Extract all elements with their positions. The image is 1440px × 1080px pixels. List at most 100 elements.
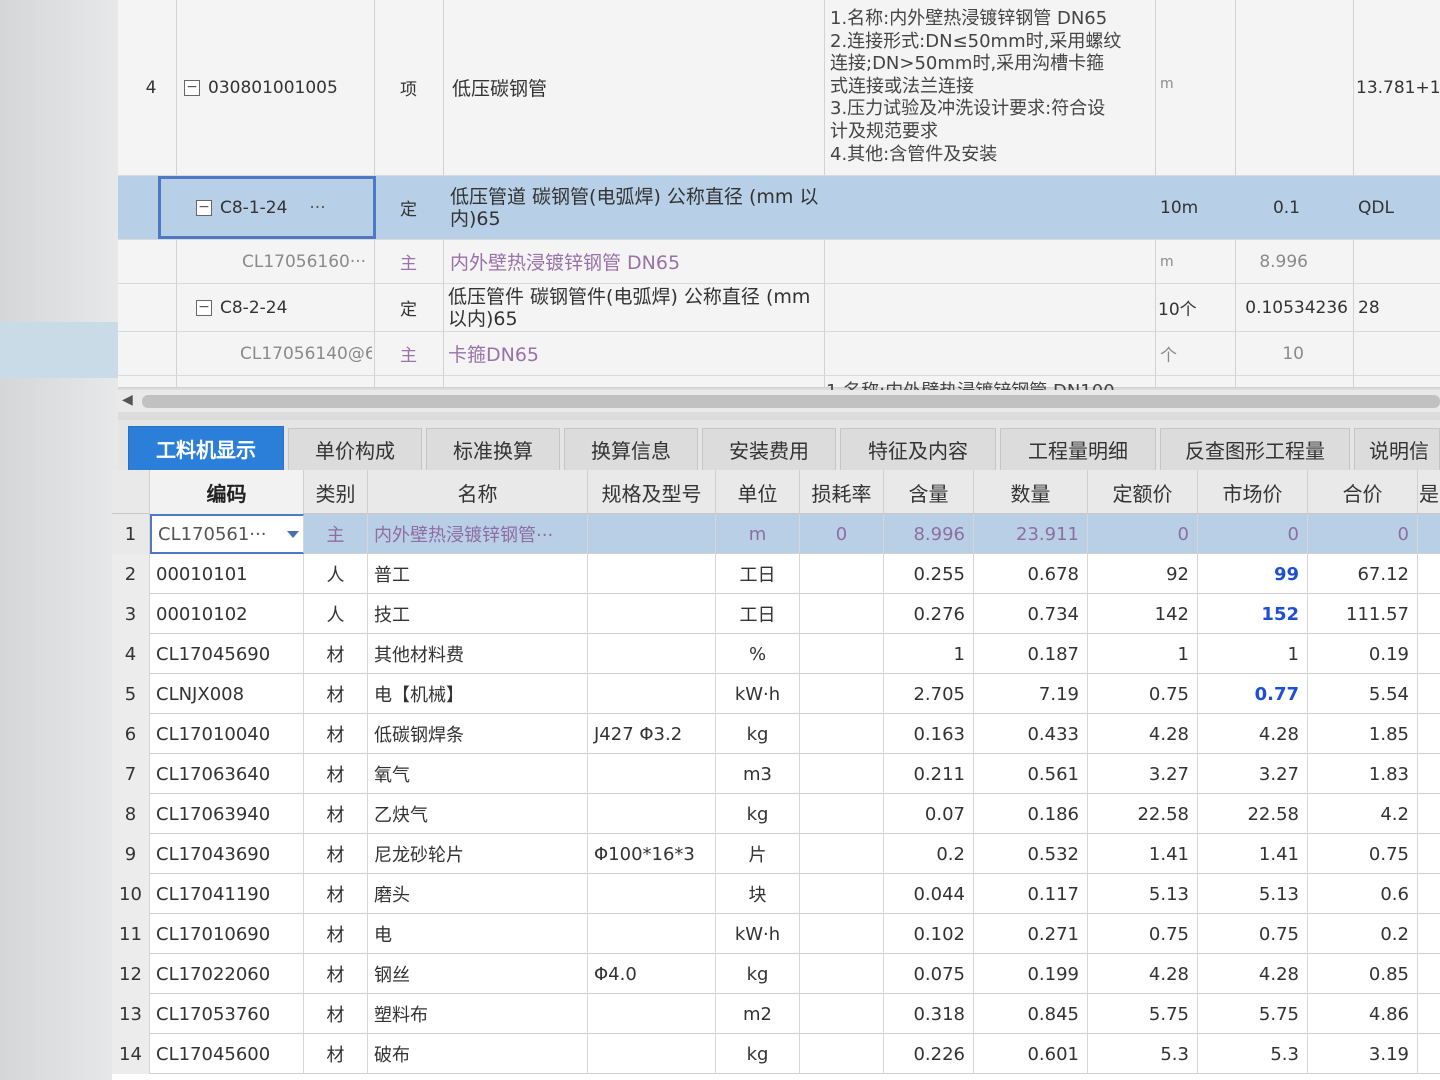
total-cell[interactable]: 67.12 xyxy=(1308,554,1418,594)
code-cell[interactable]: CL17041190 xyxy=(150,874,304,914)
total-cell[interactable]: 1.85 xyxy=(1308,714,1418,754)
code-cell[interactable]: CLNJX008 xyxy=(150,674,304,714)
content-cell[interactable]: 8.996 xyxy=(884,514,974,554)
unit-cell[interactable]: 工日 xyxy=(716,594,800,634)
total-cell[interactable]: 0.75 xyxy=(1308,834,1418,874)
spec-cell[interactable] xyxy=(588,674,716,714)
loss-rate-cell[interactable] xyxy=(800,634,884,674)
quota-price-cell[interactable]: 0.75 xyxy=(1088,914,1198,954)
category-cell[interactable]: 材 xyxy=(304,674,368,714)
quota-price-cell[interactable]: 4.28 xyxy=(1088,954,1198,994)
spec-cell[interactable] xyxy=(588,634,716,674)
header-total[interactable]: 合价 xyxy=(1308,470,1418,514)
more-button[interactable]: ··· xyxy=(309,198,325,218)
category-cell[interactable]: 材 xyxy=(304,834,368,874)
tab-standard-conversion[interactable]: 标准换算 xyxy=(426,428,560,470)
header-name[interactable]: 名称 xyxy=(368,470,588,514)
content-cell[interactable]: 0.07 xyxy=(884,794,974,834)
unit-cell[interactable]: 块 xyxy=(716,874,800,914)
unit-cell[interactable]: 片 xyxy=(716,834,800,874)
tab-features[interactable]: 特征及内容 xyxy=(840,428,996,470)
category-cell[interactable]: 材 xyxy=(304,714,368,754)
header-quota-price[interactable]: 定额价 xyxy=(1088,470,1198,514)
quantity-cell[interactable]: 0.271 xyxy=(974,914,1088,954)
market-price-cell[interactable]: 3.27 xyxy=(1198,754,1308,794)
loss-rate-cell[interactable]: 0 xyxy=(800,514,884,554)
total-cell[interactable]: 0.6 xyxy=(1308,874,1418,914)
name-cell[interactable]: 普工 xyxy=(368,554,588,594)
spec-cell[interactable] xyxy=(588,914,716,954)
table-row[interactable]: 13 CL17053760 材 塑料布 m2 0.318 0.845 5.75 5.75 4.86 xyxy=(112,994,1440,1034)
category-cell[interactable]: 材 xyxy=(304,634,368,674)
scroll-left-icon[interactable]: ◀ xyxy=(122,392,133,408)
loss-rate-cell[interactable] xyxy=(800,754,884,794)
quota-price-cell[interactable]: 5.3 xyxy=(1088,1034,1198,1074)
loss-rate-cell[interactable] xyxy=(800,794,884,834)
total-cell[interactable]: 0.19 xyxy=(1308,634,1418,674)
market-price-cell[interactable]: 5.13 xyxy=(1198,874,1308,914)
content-cell[interactable]: 0.318 xyxy=(884,994,974,1034)
market-price-cell[interactable]: 4.28 xyxy=(1198,954,1308,994)
content-cell[interactable]: 0.211 xyxy=(884,754,974,794)
quantity-cell[interactable]: 0.433 xyxy=(974,714,1088,754)
total-cell[interactable]: 0.2 xyxy=(1308,914,1418,954)
tree-row-quota-selected[interactable]: − C8-1-24 ··· 定 低压管道 碳钢管(电弧焊) 公称直径 (mm 以… xyxy=(118,176,1440,240)
tab-graphic-quantity[interactable]: 反查图形工程量 xyxy=(1160,428,1350,470)
market-price-cell[interactable]: 4.28 xyxy=(1198,714,1308,754)
loss-rate-cell[interactable] xyxy=(800,874,884,914)
name-cell[interactable]: 乙炔气 xyxy=(368,794,588,834)
code-cell[interactable]: 00010101 xyxy=(150,554,304,594)
name-cell[interactable]: 其他材料费 xyxy=(368,634,588,674)
quantity-cell[interactable]: 0.187 xyxy=(974,634,1088,674)
code-cell[interactable]: CL17063940 xyxy=(150,794,304,834)
content-cell[interactable]: 2.705 xyxy=(884,674,974,714)
collapse-icon[interactable]: − xyxy=(184,79,200,96)
code-cell[interactable]: 00010102 xyxy=(150,594,304,634)
total-cell[interactable]: 4.86 xyxy=(1308,994,1418,1034)
spec-cell[interactable] xyxy=(588,994,716,1034)
content-cell[interactable]: 0.163 xyxy=(884,714,974,754)
total-cell[interactable]: 0.85 xyxy=(1308,954,1418,994)
total-cell[interactable]: 1.83 xyxy=(1308,754,1418,794)
name-cell[interactable]: 内外壁热浸镀锌钢管··· xyxy=(368,514,588,554)
quantity-cell[interactable]: 0.186 xyxy=(974,794,1088,834)
quantity-cell[interactable]: 0.117 xyxy=(974,874,1088,914)
table-row[interactable]: 12 CL17022060 材 钢丝 Φ4.0 kg 0.075 0.199 4.28 4.28 0… xyxy=(112,954,1440,994)
quantity-cell[interactable]: 0.845 xyxy=(974,994,1088,1034)
quota-price-cell[interactable]: 3.27 xyxy=(1088,754,1198,794)
total-cell[interactable]: 3.19 xyxy=(1308,1034,1418,1074)
header-category[interactable]: 类别 xyxy=(304,470,368,514)
spec-cell[interactable] xyxy=(588,1034,716,1074)
market-price-cell[interactable]: 1.41 xyxy=(1198,834,1308,874)
loss-rate-cell[interactable] xyxy=(800,994,884,1034)
quantity-cell[interactable]: 0.601 xyxy=(974,1034,1088,1074)
quota-price-cell[interactable]: 1 xyxy=(1088,634,1198,674)
spec-cell[interactable] xyxy=(588,554,716,594)
category-cell[interactable]: 材 xyxy=(304,874,368,914)
quantity-cell[interactable]: 0.532 xyxy=(974,834,1088,874)
quota-price-cell[interactable]: 92 xyxy=(1088,554,1198,594)
quota-price-cell[interactable]: 22.58 xyxy=(1088,794,1198,834)
spec-cell[interactable] xyxy=(588,754,716,794)
quota-price-cell[interactable]: 1.41 xyxy=(1088,834,1198,874)
total-cell[interactable]: 4.2 xyxy=(1308,794,1418,834)
tree-row-item[interactable]: 4 − 030801001005 项 低压碳钢管 1.名称:内外壁热浸镀锌钢管 … xyxy=(118,0,1440,176)
unit-cell[interactable]: m xyxy=(716,514,800,554)
tab-quantity-detail[interactable]: 工程量明细 xyxy=(1000,428,1156,470)
name-cell[interactable]: 技工 xyxy=(368,594,588,634)
tree-row-main-material[interactable]: CL17056160··· 主 内外壁热浸镀锌钢管 DN65 m 8.996 xyxy=(118,240,1440,284)
code-cell[interactable]: CL170561··· xyxy=(150,514,304,554)
unit-cell[interactable]: kg xyxy=(716,714,800,754)
quantity-cell[interactable]: 0.734 xyxy=(974,594,1088,634)
unit-cell[interactable]: kg xyxy=(716,794,800,834)
header-extra[interactable]: 是 xyxy=(1418,470,1440,514)
name-cell[interactable]: 塑料布 xyxy=(368,994,588,1034)
quantity-cell[interactable]: 0.678 xyxy=(974,554,1088,594)
quantity-cell[interactable]: 23.911 xyxy=(974,514,1088,554)
market-price-cell[interactable]: 0.75 xyxy=(1198,914,1308,954)
loss-rate-cell[interactable] xyxy=(800,714,884,754)
content-cell[interactable]: 0.075 xyxy=(884,954,974,994)
spec-cell[interactable] xyxy=(588,514,716,554)
quota-price-cell[interactable]: 5.13 xyxy=(1088,874,1198,914)
table-row[interactable]: 6 CL17010040 材 低碳钢焊条 J427 Φ3.2 kg 0.163 0.433 4.… xyxy=(112,714,1440,754)
